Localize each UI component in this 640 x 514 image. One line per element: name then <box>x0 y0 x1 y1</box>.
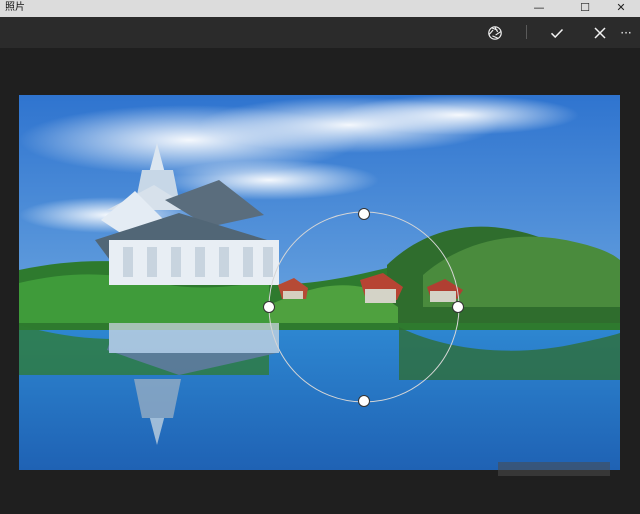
photo-canvas[interactable] <box>19 95 620 470</box>
app-title: 照片 <box>5 2 25 13</box>
window-close-button[interactable]: ✕ <box>604 0 638 17</box>
focus-handle-left[interactable] <box>263 301 275 313</box>
photo-image <box>19 95 620 470</box>
focus-tool-button[interactable] <box>477 17 513 48</box>
apply-button[interactable] <box>539 17 575 48</box>
editor-toolbar: ··· <box>0 17 640 48</box>
toolbar-divider <box>526 25 527 39</box>
close-icon <box>594 26 606 39</box>
cancel-button[interactable] <box>582 17 618 48</box>
title-bar: 照片 — ☐ ✕ <box>0 0 640 17</box>
minimize-button[interactable]: — <box>522 0 556 17</box>
focus-handle-bottom[interactable] <box>358 395 370 407</box>
focus-handle-right[interactable] <box>452 301 464 313</box>
bottom-shadow <box>498 462 610 476</box>
maximize-button[interactable]: ☐ <box>568 0 602 17</box>
focus-handle-top[interactable] <box>358 208 370 220</box>
aperture-icon <box>488 25 502 40</box>
more-options-button[interactable]: ··· <box>614 17 638 48</box>
check-icon <box>550 28 564 38</box>
